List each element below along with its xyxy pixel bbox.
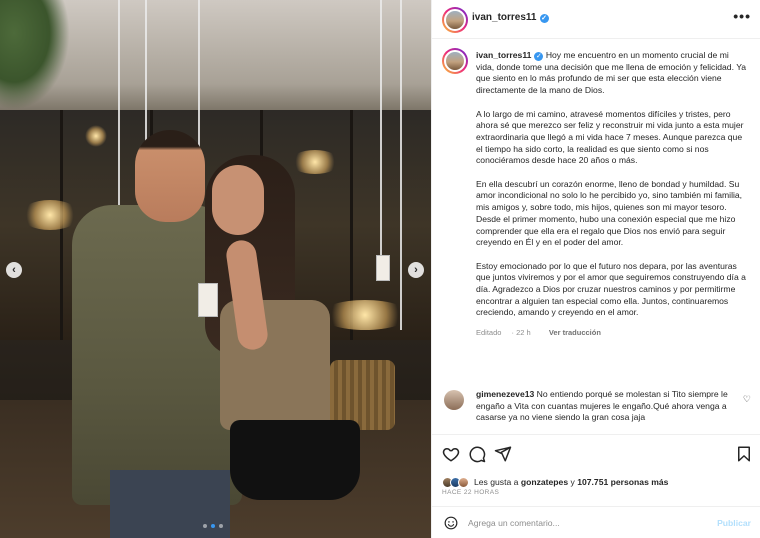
caption-paragraph: Estoy emocionado por lo que el futuro no… <box>476 260 746 318</box>
photo-streamer <box>400 0 402 330</box>
photo-man-head <box>135 130 205 222</box>
likes-summary: Les gusta a gonzatepes y 107.751 persona… <box>442 475 668 489</box>
liker-avatar <box>458 476 469 488</box>
heart-icon[interactable] <box>442 445 460 463</box>
author-avatar[interactable] <box>442 7 468 33</box>
verified-badge-icon: ✓ <box>539 14 549 23</box>
post-photo[interactable]: ‹ › <box>0 0 431 538</box>
comments-scroll-area[interactable]: ivan_torres11 ✓ Hoy me encuentro en un mo… <box>432 40 760 434</box>
caption-author-avatar[interactable] <box>442 48 468 74</box>
more-options-icon[interactable]: ••• <box>733 8 751 24</box>
photo-plant <box>0 0 70 110</box>
caption-paragraph: A lo largo de mi camino, atravesé moment… <box>476 108 744 166</box>
caption-paragraph: En ella descubrí un corazón enorme, llen… <box>476 178 743 248</box>
post-header: ivan_torres11 ✓ ••• <box>432 0 760 39</box>
liker-username[interactable]: gonzatepes <box>521 477 568 487</box>
carousel-dots <box>203 524 223 528</box>
carousel-prev-button[interactable]: ‹ <box>6 262 22 278</box>
photo-lamp <box>290 150 340 174</box>
photo-lamp <box>85 125 107 147</box>
chevron-right-icon: › <box>414 264 418 276</box>
caption-meta: Editado · 22 h Ver traducción <box>476 327 748 339</box>
photo-lamp <box>20 200 80 230</box>
photo-woman-skirt <box>230 420 360 500</box>
photo-streamer <box>380 0 382 260</box>
verified-badge-icon: ✓ <box>534 52 544 61</box>
comment-icon[interactable] <box>468 445 486 463</box>
carousel-dot <box>203 524 207 528</box>
photo-woman-face <box>212 165 264 235</box>
commenter-avatar[interactable] <box>444 390 464 410</box>
bookmark-icon[interactable] <box>735 445 753 463</box>
add-comment-bar: Publicar <box>432 506 760 538</box>
share-icon[interactable] <box>494 445 512 463</box>
caption-paragraph: ivan_torres11 ✓ Hoy me encuentro en un mo… <box>476 50 748 97</box>
author-username[interactable]: ivan_torres11 <box>472 12 537 23</box>
comment-like-heart-icon[interactable]: ♡ <box>743 394 751 405</box>
edited-label: Editado · 22 h <box>476 327 531 337</box>
carousel-next-button[interactable]: › <box>408 262 424 278</box>
publish-button[interactable]: Publicar <box>717 518 751 528</box>
chevron-left-icon: ‹ <box>12 264 16 276</box>
photo-tag <box>376 255 390 281</box>
likes-count-link[interactable]: 107.751 personas más <box>577 477 668 487</box>
comment-item: gimenezeve13 No entiendo porqué se moles… <box>476 389 734 424</box>
author-username-line: ivan_torres11 ✓ <box>472 12 549 23</box>
post-side-panel: ivan_torres11 ✓ ••• ivan_torres11 ✓ Hoy me… <box>431 0 760 538</box>
comment-username[interactable]: gimenezeve13 <box>476 389 534 399</box>
post-actions: Les gusta a gonzatepes y 107.751 persona… <box>432 434 760 538</box>
comment-input[interactable] <box>468 515 698 531</box>
likes-text: Les gusta a gonzatepes y 107.751 persona… <box>474 477 669 487</box>
photo-lamp <box>320 300 410 330</box>
photo-tag <box>198 283 218 317</box>
caption-username[interactable]: ivan_torres11 <box>476 50 531 60</box>
carousel-dot <box>219 524 223 528</box>
carousel-dot <box>211 524 215 528</box>
post-caption: ivan_torres11 ✓ Hoy me encuentro en un mo… <box>476 50 748 339</box>
post-timestamp[interactable]: HACE 22 HORAS <box>442 489 499 496</box>
emoji-icon[interactable] <box>444 516 458 530</box>
see-translation-button[interactable]: Ver traducción <box>549 328 601 337</box>
